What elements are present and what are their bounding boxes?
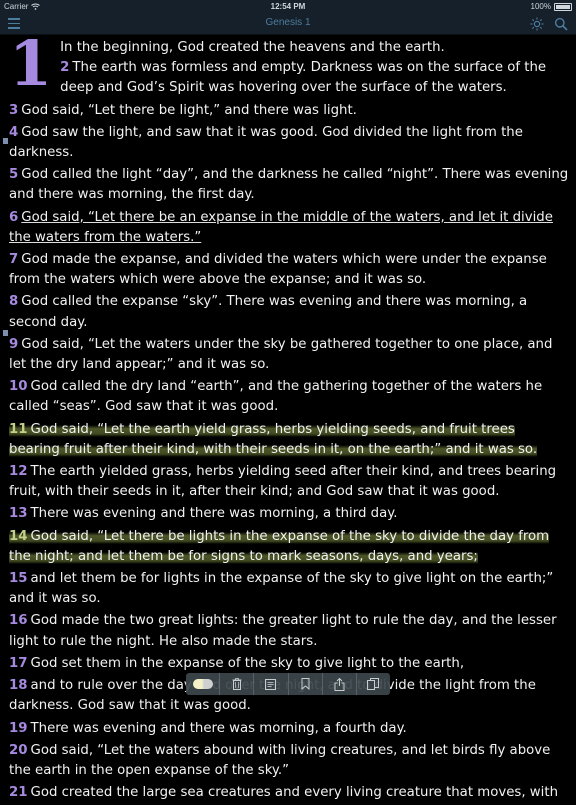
verse-number: 12: [9, 464, 28, 480]
verse-number: 19: [9, 720, 28, 736]
verse-number: 14: [9, 528, 28, 544]
highlighted-text: 11 God said, “Let the earth yield grass, …: [9, 421, 538, 457]
verse-number: 7: [9, 252, 19, 268]
bookmark-button[interactable]: [289, 673, 323, 695]
verse-12[interactable]: 12 The earth yielded grass, herbs yieldin…: [9, 462, 569, 502]
nav-bar: Genesis 1: [0, 14, 576, 35]
verse-17[interactable]: 17 God set them in the expanse of the sky…: [9, 654, 569, 674]
verse-number: 16: [9, 613, 28, 629]
share-icon: [334, 677, 345, 691]
verse-number: 8: [9, 294, 19, 310]
note-button[interactable]: [254, 673, 289, 695]
note-icon: [264, 679, 276, 690]
verse-5[interactable]: 5 God called the light “day”, and the dar…: [9, 165, 569, 205]
bookmark-icon: [301, 678, 310, 690]
verse-9[interactable]: 9 God said, “Let the waters under the sky…: [9, 335, 569, 375]
verse-16[interactable]: 16 God made the two great lights: the gre…: [9, 611, 569, 651]
verse-3[interactable]: 3 God said, “Let there be light,” and the…: [9, 101, 569, 121]
highlight-toggle-icon: [192, 679, 213, 689]
highlighted-text: 14 God said, “Let there be lights in the …: [9, 528, 550, 564]
highlight-toggle-button[interactable]: [186, 673, 221, 695]
verse-number: 4: [9, 124, 19, 140]
chapter-number: 1: [9, 38, 53, 99]
verse-number: 10: [9, 379, 28, 395]
sun-icon[interactable]: [530, 17, 544, 31]
bookmark-marker[interactable]: [3, 138, 8, 144]
verse-number: 20: [9, 742, 28, 758]
verse-number: 2: [60, 60, 70, 76]
status-bar: Carrier 12:54 PM 100%: [0, 0, 576, 14]
underlined-text: God said, “Let there be an expanse in th…: [9, 209, 553, 245]
verse-8[interactable]: 8 God called the expanse “sky”. There was…: [9, 292, 569, 332]
battery-indicator: 100%: [531, 2, 572, 11]
verse-1[interactable]: 1 In the beginning, God created the heav…: [9, 38, 569, 99]
verse-number: 5: [9, 167, 19, 183]
verse-number: 11: [9, 421, 28, 437]
verse-number: 3: [9, 102, 19, 118]
verse-14[interactable]: 14 God said, “Let there be lights in the …: [9, 527, 569, 567]
copy-icon: [367, 678, 380, 690]
delete-button[interactable]: [220, 673, 255, 695]
verse-10[interactable]: 10 God called the dry land “earth”, and t…: [9, 377, 569, 417]
verse-number: 9: [9, 336, 19, 352]
copy-button[interactable]: [357, 673, 390, 695]
verse-4[interactable]: 4 God saw the light, and saw that it was …: [9, 123, 569, 163]
verse-15[interactable]: 15 and let them be for lights in the expa…: [9, 569, 569, 609]
page-title[interactable]: Genesis 1: [0, 17, 576, 28]
verse-19[interactable]: 19 There was evening and there was mornin…: [9, 719, 569, 739]
verse-number: 13: [9, 506, 28, 522]
verse-number: 15: [9, 571, 28, 587]
battery-icon: [554, 2, 572, 11]
verse-number: 17: [9, 655, 28, 671]
share-button[interactable]: [323, 673, 357, 695]
verse-action-toolbar: [186, 673, 390, 695]
verse-number: 18: [9, 678, 28, 694]
verse-7[interactable]: 7 God made the expanse, and divided the w…: [9, 250, 569, 290]
verse-6[interactable]: 6 God said, “Let there be an expanse in t…: [9, 208, 569, 248]
verse-number: 21: [9, 785, 28, 801]
verse-13[interactable]: 13 There was evening and there was mornin…: [9, 504, 569, 524]
bookmark-marker[interactable]: [3, 330, 8, 336]
status-time: 12:54 PM: [270, 2, 306, 11]
verse-number: 6: [9, 209, 19, 225]
trash-icon: [232, 678, 242, 690]
verse-21[interactable]: 21 God created the large sea creatures an…: [9, 783, 569, 803]
search-icon[interactable]: [554, 17, 568, 31]
battery-percent: 100%: [530, 2, 551, 11]
verse-11[interactable]: 11 God said, “Let the earth yield grass, …: [9, 420, 569, 460]
verse-20[interactable]: 20 God said, “Let the waters abound with …: [9, 741, 569, 781]
